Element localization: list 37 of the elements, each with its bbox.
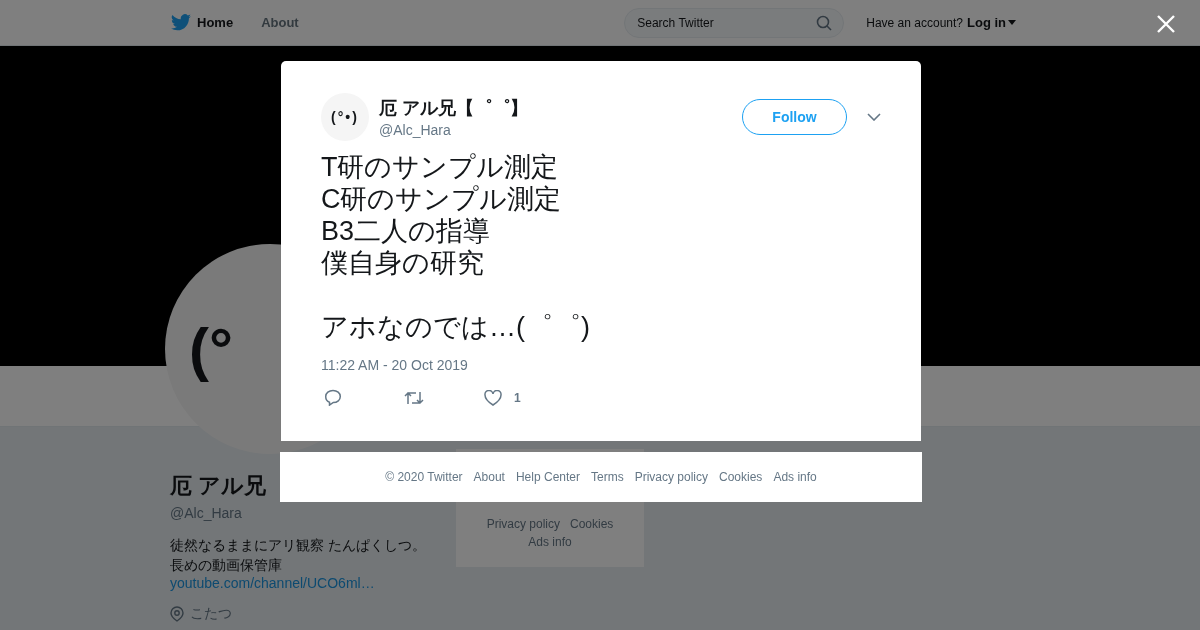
profile-location: こたつ [190,605,232,623]
chevron-down-icon[interactable] [867,113,881,121]
user-name: 厄 アル兄【゜゜】 [379,97,529,120]
footer-link[interactable]: Terms [591,470,624,484]
tweet-text: C研のサンプル測定 [321,183,563,215]
footer-link[interactable]: Ads info [773,470,817,484]
location-pin-icon [170,606,184,622]
retweet-icon[interactable] [404,389,424,406]
account-prompt: Have an account? [866,15,963,30]
reply-icon[interactable] [324,389,342,406]
search-field[interactable]: Search Twitter [624,7,845,38]
footer-link[interactable]: Cookies [719,470,763,484]
profile-bio: 長めの動画保管庫 [170,556,283,575]
footer-link[interactable]: About [473,470,505,484]
profile-bio: 徒然なるままにアリ観察 たんぱくしつ。 [170,536,427,555]
footer-link[interactable]: Ads info [466,533,634,551]
search-icon [816,14,833,31]
footer-link[interactable]: © 2020 Twitter [385,470,463,484]
nav-link[interactable]: Home [197,15,234,30]
profile-name: 厄 アル兄 [170,472,267,500]
caret-icon [1008,20,1016,25]
nav-link[interactable]: About [261,15,299,30]
avatar: (°•) [321,93,369,141]
heart-icon[interactable] [484,389,502,406]
follow-button[interactable]: Follow [742,99,847,135]
footer-link[interactable]: Help Center [515,470,580,484]
footer-link[interactable]: Privacy policy [634,470,708,484]
close-icon[interactable] [1157,15,1175,33]
footer-link[interactable]: Cookies [570,515,614,533]
bird-icon [171,14,191,31]
tweet-text: B3二人の指導 [321,215,492,247]
login-link[interactable]: Log in [967,15,1006,30]
tweet-text: T研のサンプル測定 [321,151,560,183]
profile-handle: @Alc_Hara [170,505,243,521]
user-handle: @Alc_Hara [379,122,452,138]
like-count: 1 [514,390,521,405]
footer-link[interactable]: Privacy policy [486,515,560,533]
